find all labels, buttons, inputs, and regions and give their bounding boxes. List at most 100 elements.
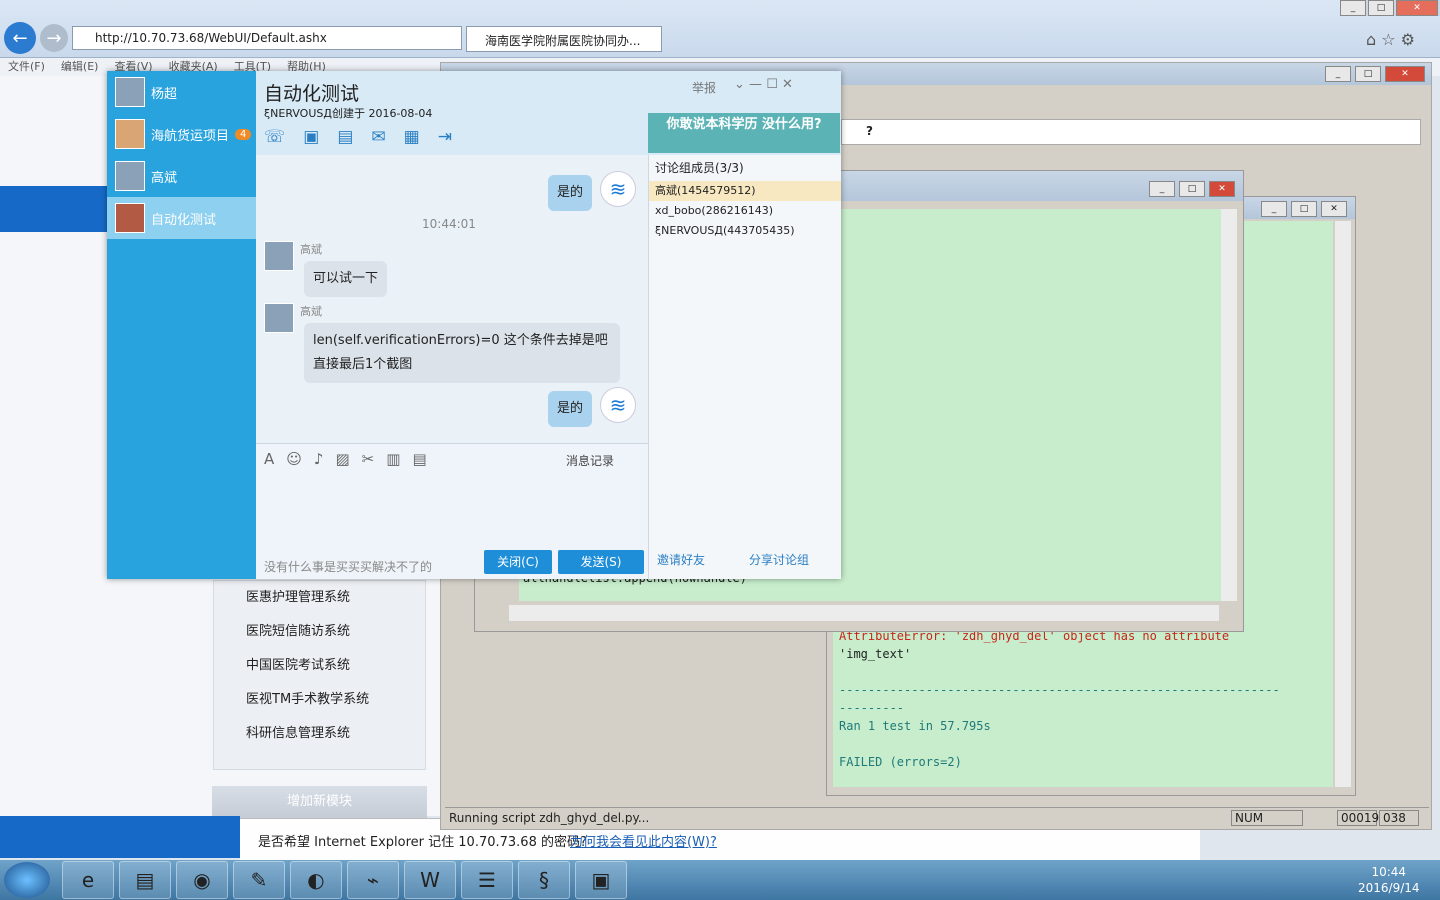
close-button[interactable]: ✕ — [1396, 0, 1438, 16]
list-item[interactable]: 医惠护理管理系统 — [214, 581, 425, 615]
col-indicator: 038 — [1379, 810, 1419, 826]
maximize-button[interactable]: □ — [1355, 66, 1381, 82]
list-item[interactable]: 中国医院考试系统 — [214, 649, 425, 683]
list-item[interactable]: 医视TM手术教学系统 — [214, 683, 425, 717]
firefox-icon[interactable]: ◐ — [290, 861, 342, 899]
timestamp: 10:44:01 — [422, 217, 476, 231]
python-icon[interactable]: § — [518, 861, 570, 899]
sender-avatar — [264, 241, 294, 271]
output-line: Ran 1 test in 57.795s — [839, 719, 991, 733]
output-line: FAILED (errors=2) — [839, 755, 962, 769]
address-bar[interactable]: http://10.70.73.68/WebUI/Default.ashx — [72, 26, 462, 50]
invite-button[interactable]: 邀请好友 — [657, 551, 705, 568]
dropdown-icon[interactable]: ⌄ — [734, 77, 745, 92]
chat-subtitle: ξNERVOUSД创建于 2016-08-04 — [264, 107, 433, 120]
chat-toolbar: ☏ ▣ ▤ ✉ ▦ ⇥ — [264, 127, 452, 147]
emoji-icon[interactable]: ☺ — [286, 450, 302, 468]
ad-banner[interactable]: 你敢说本科学历 没什么用? — [648, 113, 840, 153]
sender-avatar — [264, 303, 294, 333]
maximize-icon[interactable]: ☐ — [766, 77, 778, 92]
ie-icon[interactable]: e — [62, 861, 114, 899]
message-bubble: 是的 — [548, 391, 593, 427]
notepad-icon[interactable]: ✎ — [233, 861, 285, 899]
close-button[interactable]: ✕ — [1321, 201, 1347, 217]
member-item[interactable]: ξNERVOUSД(443705435) — [649, 221, 841, 241]
mail-icon[interactable]: ✉ — [371, 127, 385, 147]
app-icon[interactable]: ▦ — [404, 127, 420, 147]
file-transfer-icon[interactable]: ▤ — [337, 127, 353, 147]
maximize-button[interactable]: □ — [1291, 201, 1317, 217]
chart-icon[interactable]: ▥ — [386, 450, 400, 468]
exit-icon[interactable]: ⇥ — [438, 127, 452, 147]
help-icon[interactable]: ? — [866, 124, 873, 138]
close-button[interactable]: ✕ — [1209, 181, 1235, 197]
explorer-icon[interactable]: ▤ — [119, 861, 171, 899]
add-module-button[interactable]: 增加新模块 — [212, 786, 427, 818]
editor-hscrollbar[interactable] — [509, 605, 1219, 621]
acrobat-icon[interactable]: ⌁ — [347, 861, 399, 899]
word-icon[interactable]: W — [404, 861, 456, 899]
signature: 没有什么事是买买买解决不了的 — [264, 560, 433, 574]
password-prompt: 是否希望 Internet Explorer 记住 10.70.73.68 的密… — [258, 835, 587, 850]
home-icon[interactable]: ⌂ ☆ ⚙ — [1366, 30, 1415, 49]
system-list: 医惠护理管理系统 医院短信随访系统 中国医院考试系统 医视TM手术教学系统 科研… — [213, 580, 426, 770]
conversation-item[interactable]: 高斌 — [107, 155, 256, 197]
window-controls: _ □ ✕ — [1340, 0, 1440, 16]
image-icon[interactable]: ▨ — [335, 450, 349, 468]
tab-active[interactable]: 海南医学院附属医院协同办... — [466, 26, 662, 52]
font-icon[interactable]: A — [264, 450, 274, 468]
minimize-button[interactable]: _ — [1340, 0, 1366, 16]
minimize-button[interactable]: _ — [1149, 181, 1175, 197]
forward-icon[interactable]: → — [40, 24, 68, 52]
list-item[interactable]: 医院短信随访系统 — [214, 615, 425, 649]
members-header: 讨论组成员(3/3) — [655, 161, 744, 175]
status-bar: Running script zdh_ghyd_del.py... NUM 00… — [445, 807, 1429, 827]
my-avatar: ≋ — [600, 171, 636, 207]
close-icon[interactable]: ✕ — [782, 77, 793, 92]
maximize-button[interactable]: □ — [1368, 0, 1394, 16]
minimize-button[interactable]: _ — [1325, 66, 1351, 82]
minimize-icon[interactable]: — — [749, 77, 762, 92]
back-icon[interactable]: ← — [4, 22, 36, 54]
message-bubble: 是的 — [548, 175, 593, 211]
scissors-icon[interactable]: ✂ — [362, 450, 375, 468]
menu-edit[interactable]: 编辑(E) — [61, 60, 99, 73]
conversation-item[interactable]: 海航货运项目 4 — [107, 113, 256, 155]
menu-file[interactable]: 文件(F) — [8, 60, 45, 73]
close-button[interactable]: ✕ — [1385, 66, 1425, 82]
chrome-icon[interactable]: ◉ — [176, 861, 228, 899]
chat-app-icon[interactable]: ☰ — [461, 861, 513, 899]
output-scrollbar[interactable] — [1335, 221, 1351, 787]
send-button[interactable]: 发送(S) — [558, 550, 644, 574]
history-button[interactable]: 消息记录 — [566, 452, 614, 469]
minimize-button[interactable]: _ — [1261, 201, 1287, 217]
editor-scrollbar[interactable] — [1221, 209, 1237, 601]
footer-band — [0, 816, 240, 858]
close-chat-button[interactable]: 关闭(C) — [484, 550, 552, 574]
report-link[interactable]: 举报 — [692, 79, 716, 96]
share-button[interactable]: 分享讨论组 — [749, 551, 809, 568]
start-button[interactable] — [4, 862, 50, 898]
member-item[interactable]: 高斌(1454579512) — [649, 181, 841, 201]
clock-date: 2016/9/14 — [1358, 881, 1420, 895]
member-item[interactable]: xd_bobo(286216143) — [649, 201, 841, 221]
taskbar: e ▤ ◉ ✎ ◐ ⌁ W ☰ § ▣ 10:44 2016/9/14 — [0, 860, 1440, 900]
unread-badge: 4 — [235, 128, 252, 140]
more-icon[interactable]: ▤ — [412, 450, 426, 468]
why-link[interactable]: 为何我会看见此内容(W)? — [570, 831, 717, 850]
screen-share-icon[interactable]: ▣ — [303, 127, 319, 147]
browser-toolbar: ← → http://10.70.73.68/WebUI/Default.ash… — [0, 0, 1440, 58]
input-area: A ☺ ♪ ▨ ✂ ▥ ▤ 消息记录 没有什么事是买买买解决不了的 关闭(C) 发送(S) — [256, 443, 648, 579]
avatar — [115, 203, 145, 233]
maximize-button[interactable]: □ — [1179, 181, 1205, 197]
status-text: Running script zdh_ghyd_del.py... — [449, 811, 650, 825]
phone-icon[interactable]: ☏ — [264, 127, 285, 147]
message-input[interactable] — [262, 478, 642, 542]
conversation-item[interactable]: 杨超 — [107, 71, 256, 113]
window-icon[interactable]: ▣ — [575, 861, 627, 899]
conversation-item-selected[interactable]: 自动化测试 — [107, 197, 256, 239]
list-item[interactable]: 科研信息管理系统 — [214, 717, 425, 751]
member-panel: 讨论组成员(3/3) 高斌(1454579512) xd_bobo(286216… — [648, 155, 841, 579]
voice-icon[interactable]: ♪ — [314, 450, 324, 468]
